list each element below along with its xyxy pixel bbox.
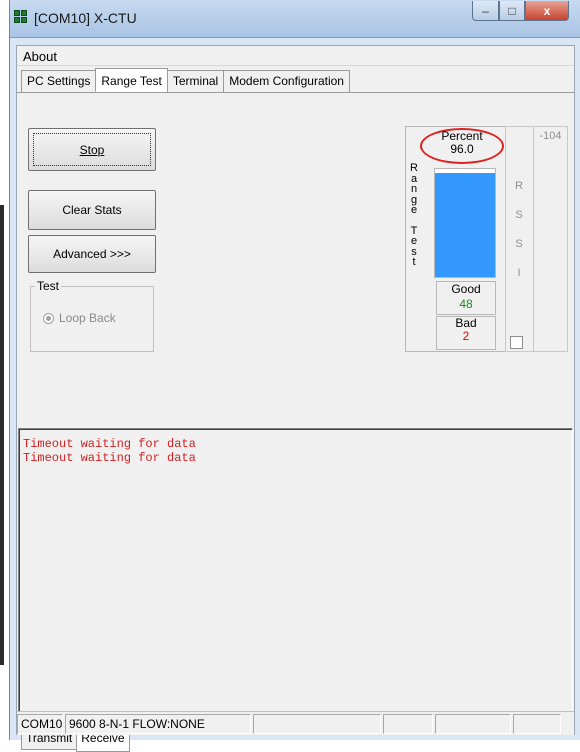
status-bar: COM10 9600 8-N-1 FLOW:NONE bbox=[17, 711, 574, 735]
percent-bar-fill bbox=[435, 173, 495, 277]
status-cell-empty bbox=[383, 714, 433, 734]
range-test-panel: R a n g e T e s t Percent 96.0 Good 48 B… bbox=[405, 126, 508, 352]
range-label-char: e bbox=[410, 204, 418, 216]
test-groupbox: Test Loop Back bbox=[30, 279, 154, 352]
rssi-checkbox[interactable] bbox=[510, 336, 523, 349]
status-cell-empty bbox=[435, 714, 511, 734]
percent-value: 96.0 bbox=[450, 142, 474, 156]
status-port: COM10 bbox=[17, 714, 63, 734]
status-settings: 9600 8-N-1 FLOW:NONE bbox=[65, 714, 251, 734]
range-label-char: n bbox=[410, 183, 418, 195]
status-cell-empty bbox=[253, 714, 381, 734]
range-label-char bbox=[409, 216, 419, 226]
range-test-vertical-label: R a n g e T e s t bbox=[409, 163, 419, 268]
maximize-button[interactable]: □ bbox=[499, 1, 525, 21]
app-icon bbox=[14, 10, 30, 24]
menu-about[interactable]: About bbox=[23, 49, 57, 64]
tab-pc-settings[interactable]: PC Settings bbox=[21, 70, 97, 92]
terminal-line: Timeout waiting for data bbox=[23, 437, 196, 451]
main-tabs: PC Settings Range Test Terminal Modem Co… bbox=[21, 68, 350, 92]
rssi-label-char: I bbox=[517, 267, 521, 279]
good-label: Good bbox=[451, 282, 481, 296]
terminal-output[interactable]: Timeout waiting for data Timeout waiting… bbox=[18, 428, 573, 728]
background-edge bbox=[0, 205, 4, 665]
stop-button-label: Stop bbox=[79, 142, 105, 157]
window-title: [COM10] X-CTU bbox=[34, 10, 137, 26]
percent-bar bbox=[434, 168, 496, 278]
rssi-value: -104 bbox=[533, 127, 567, 149]
percent-readout: Percent 96.0 bbox=[429, 130, 495, 163]
bad-counter: Bad 2 bbox=[436, 316, 496, 350]
good-value: 48 bbox=[459, 297, 473, 311]
range-test-page: Stop Clear Stats Advanced >>> Test Loop … bbox=[17, 92, 574, 752]
loop-back-label: Loop Back bbox=[59, 311, 116, 325]
loop-back-radio[interactable]: Loop Back bbox=[43, 311, 116, 325]
window-controls: – □ x bbox=[472, 1, 569, 21]
tab-modem-configuration[interactable]: Modem Configuration bbox=[223, 70, 350, 92]
bad-value: 2 bbox=[462, 329, 470, 343]
rssi-label-char: S bbox=[515, 238, 523, 250]
good-counter: Good 48 bbox=[436, 281, 496, 315]
minimize-button[interactable]: – bbox=[472, 1, 499, 21]
rssi-label-char: R bbox=[515, 180, 523, 192]
tab-terminal[interactable]: Terminal bbox=[166, 70, 225, 92]
title-bar[interactable]: [COM10] X-CTU – □ x bbox=[10, 0, 580, 38]
range-label-char: t bbox=[412, 256, 416, 268]
radio-dot-icon bbox=[43, 312, 54, 324]
status-cell-empty bbox=[513, 714, 561, 734]
rssi-bar bbox=[533, 149, 567, 352]
client-area: About PC Settings Range Test Terminal Mo… bbox=[16, 45, 575, 752]
rssi-panel: R S S I -104 bbox=[505, 126, 568, 352]
stop-button[interactable]: Stop bbox=[28, 128, 156, 171]
close-button[interactable]: x bbox=[525, 1, 569, 21]
range-label-char: R bbox=[410, 162, 418, 174]
clear-stats-button[interactable]: Clear Stats bbox=[28, 190, 156, 230]
range-label-char: e bbox=[410, 235, 418, 247]
menu-bar: About bbox=[17, 46, 574, 66]
test-group-title: Test bbox=[35, 279, 62, 293]
rssi-label-char: S bbox=[515, 209, 523, 221]
rssi-vertical-label: R S S I bbox=[514, 172, 524, 288]
terminal-line: Timeout waiting for data bbox=[23, 451, 196, 465]
tab-range-test[interactable]: Range Test bbox=[95, 68, 168, 92]
advanced-button[interactable]: Advanced >>> bbox=[28, 235, 156, 273]
app-window: [COM10] X-CTU – □ x About PC Settings Ra… bbox=[9, 0, 580, 752]
